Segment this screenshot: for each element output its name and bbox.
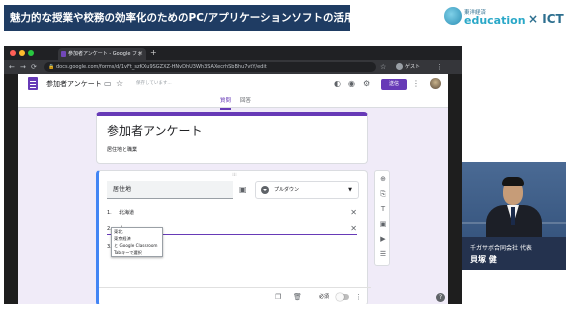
option-row[interactable]: 1. 北海道 ✕ [107, 207, 357, 219]
help-icon[interactable]: ? [436, 293, 445, 302]
settings-gear-icon[interactable]: ⚙ [363, 74, 370, 94]
document-title[interactable]: 参加者アンケート [46, 74, 102, 94]
browser-window: 参加者アンケート - Google フォ × + ← → ⟳ 🔒 docs.go… [4, 46, 462, 304]
address-bar-row: ← → ⟳ 🔒 docs.google.com/forms/d/1vFt_szK… [4, 60, 462, 74]
speaker-hair [502, 177, 524, 186]
remove-option-icon[interactable]: ✕ [350, 223, 357, 235]
back-icon[interactable]: ← [9, 62, 15, 72]
autocomplete-item[interactable]: 東京経済 [114, 235, 162, 242]
more-menu-icon[interactable]: ⋮ [412, 74, 420, 94]
address-bar[interactable]: 🔒 docs.google.com/forms/d/1vFt_szKXu9SGZ… [44, 62, 376, 72]
reload-icon[interactable]: ⟳ [31, 62, 37, 72]
add-image-icon[interactable]: ▣ [375, 219, 391, 229]
brand-logo: 東洋経済 education × ICT [444, 7, 564, 29]
browser-tab[interactable]: 参加者アンケート - Google フォ × [58, 48, 146, 60]
slide-title: 魅力的な授業や校務の効率化のためのPC/アプリケーションソフトの活用術 [4, 5, 350, 31]
url-text: docs.google.com/forms/d/1vFt_szKXu9SGZXZ… [56, 64, 267, 70]
folder-icon[interactable]: ▭ [104, 74, 112, 94]
drag-handle-icon[interactable]: ⠿⠿ [232, 172, 237, 177]
autocomplete-item[interactable]: 東北 [114, 228, 162, 235]
guest-avatar-icon [396, 63, 403, 70]
minimize-window-dot[interactable] [19, 50, 25, 56]
add-title-icon[interactable]: T [375, 204, 391, 214]
question-footer: ❐ 🗑 必須 ⋮ [99, 287, 371, 304]
add-question-icon[interactable]: ⊕ [375, 174, 391, 184]
question-card[interactable]: ⠿⠿ 居住地 ▣ プルダウン ▼ 1.北海道 ✕ 2.上 ✕ 3. 東北 東京経… [96, 170, 371, 304]
forms-logo-icon[interactable] [28, 77, 38, 90]
new-tab-button[interactable]: + [150, 48, 157, 58]
autocomplete-popup: 東北 東京経済 と Google Classroom Tabキーで選択 [111, 227, 163, 257]
question-type-label: プルダウン [274, 187, 300, 193]
bookmark-star-icon[interactable]: ☆ [380, 62, 386, 72]
send-button[interactable]: 送信 [381, 79, 407, 90]
save-status: 保存しています... [136, 81, 172, 86]
question-title-input[interactable]: 居住地 [107, 181, 233, 199]
tab-questions[interactable]: 質問 [220, 94, 232, 110]
tab-responses[interactable]: 回答 [240, 94, 251, 108]
form-title-card: 参加者アンケート 居住地と職業 [96, 112, 368, 164]
question-type-select[interactable]: プルダウン ▼ [255, 181, 359, 199]
profile-button[interactable]: ゲスト [396, 62, 420, 72]
forms-tabs: 質問 回答 [18, 94, 448, 110]
required-label: 必須 [319, 294, 330, 300]
forms-favicon-icon [61, 51, 66, 57]
preview-eye-icon[interactable]: ◉ [348, 74, 355, 94]
speaker-tie [511, 207, 515, 225]
duplicate-icon[interactable]: ❐ [275, 288, 281, 304]
tab-bar: 参加者アンケート - Google フォ × + [4, 46, 462, 60]
dropdown-type-icon [261, 186, 269, 194]
remove-option-icon[interactable]: ✕ [350, 207, 357, 219]
autocomplete-hint: Tabキーで選択 [114, 250, 142, 255]
tab-close-icon[interactable]: × [138, 48, 143, 60]
forward-icon[interactable]: → [20, 62, 26, 72]
speaker-caption: 千ガサボ合同会社 代表 貝塚 健 [462, 237, 566, 270]
option-text[interactable]: 北海道 [119, 210, 134, 216]
form-description[interactable]: 居住地と職業 [107, 146, 137, 153]
add-video-icon[interactable]: ▶ [375, 234, 391, 244]
floating-toolbar: ⊕ ⎘ T ▣ ▶ ☰ [374, 170, 390, 266]
option-number: 1. [107, 210, 112, 216]
import-questions-icon[interactable]: ⎘ [375, 189, 391, 199]
autocomplete-item[interactable]: と Google Classroom [114, 242, 162, 249]
forms-app: 参加者アンケート ▭ ☆ 保存しています... ◐ ◉ ⚙ 送信 ⋮ 質問 回答… [18, 74, 448, 304]
brand-education: education [464, 14, 526, 27]
maximize-window-dot[interactable] [28, 50, 34, 56]
add-image-icon[interactable]: ▣ [239, 181, 247, 199]
speaker-name: 貝塚 健 [470, 255, 497, 264]
form-title[interactable]: 参加者アンケート [107, 122, 203, 139]
brand-separator: × [528, 12, 539, 26]
star-icon[interactable]: ☆ [116, 74, 123, 94]
profile-label: ゲスト [405, 64, 421, 70]
palette-icon[interactable]: ◐ [334, 74, 341, 94]
lock-icon: 🔒 [48, 64, 55, 70]
chevron-down-icon: ▼ [348, 187, 352, 193]
required-toggle[interactable] [336, 293, 349, 301]
speaker-video: 千ガサボ合同会社 代表 貝塚 健 [462, 162, 566, 270]
speaker-company: 千ガサボ合同会社 代表 [470, 245, 532, 252]
tab-title: 参加者アンケート - Google フォ [68, 51, 143, 57]
user-avatar[interactable] [430, 78, 441, 89]
brand-ict: × ICT [528, 12, 564, 26]
brand-emblem [444, 7, 462, 25]
brand-ict-text: ICT [542, 12, 564, 26]
add-section-icon[interactable]: ☰ [375, 249, 391, 259]
close-window-dot[interactable] [10, 50, 16, 56]
browser-menu-icon[interactable]: ⋮ [436, 62, 443, 72]
forms-app-bar: 参加者アンケート ▭ ☆ 保存しています... ◐ ◉ ⚙ 送信 ⋮ [18, 74, 448, 94]
question-more-icon[interactable]: ⋮ [355, 288, 362, 304]
delete-icon[interactable]: 🗑 [293, 288, 302, 304]
